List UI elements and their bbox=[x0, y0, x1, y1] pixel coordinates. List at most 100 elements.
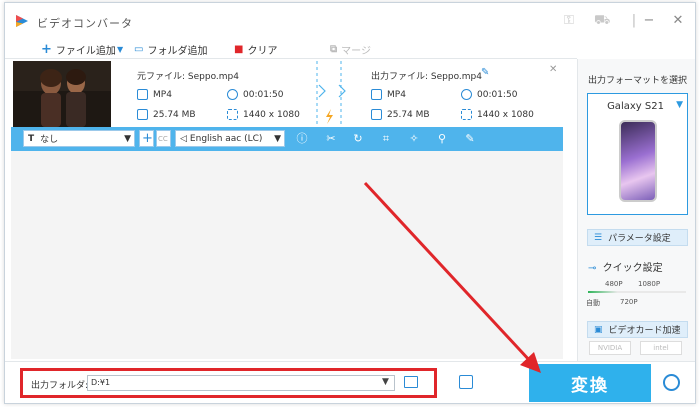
info-icon[interactable]: ⓘ bbox=[295, 132, 309, 146]
output-format-value: MP4 bbox=[387, 89, 406, 100]
add-file-dropdown-icon[interactable]: ▼ bbox=[117, 42, 123, 56]
source-duration-value: 00:01:50 bbox=[243, 89, 284, 100]
plus-icon: + bbox=[41, 41, 52, 57]
annotation-highlight-box bbox=[20, 368, 437, 398]
source-resolution-value: 1440 x 1080 bbox=[243, 109, 300, 120]
audio-track-value: English aac (LC) bbox=[189, 133, 263, 144]
quality-slider[interactable] bbox=[588, 291, 686, 293]
gpu-acceleration-button[interactable]: ▣ ビデオカード加速 bbox=[587, 321, 688, 338]
quality-480p: 480P bbox=[605, 280, 623, 288]
settings-icon: ☰ bbox=[594, 232, 603, 243]
output-format: MP4 bbox=[371, 89, 406, 100]
output-duration-value: 00:01:50 bbox=[477, 89, 518, 100]
trash-icon: ■ bbox=[234, 43, 244, 55]
file-list-area[interactable] bbox=[11, 151, 563, 359]
phone-image bbox=[619, 120, 657, 202]
chevron-down-icon: ▼ bbox=[676, 100, 683, 110]
cc-icon[interactable]: CC bbox=[156, 130, 171, 147]
gpu-icon: ▣ bbox=[594, 324, 603, 335]
add-folder-label: フォルダ追加 bbox=[147, 45, 208, 57]
title-bar: ビデオコンバータ ⚿ ⛟ | − ✕ bbox=[5, 3, 695, 37]
effects-icon[interactable]: ✧ bbox=[407, 132, 421, 146]
quick-settings-label: クイック設定 bbox=[602, 263, 663, 274]
source-duration: 00:01:50 bbox=[227, 89, 283, 100]
subtitle-select[interactable]: T なし ▼ bbox=[23, 130, 135, 147]
format-panel: 出力フォーマットを選択 Galaxy S21 ▼ ☰ パラメータ設定 ⊸ クイッ… bbox=[577, 59, 695, 361]
clock-icon bbox=[227, 89, 238, 100]
app-logo-icon bbox=[16, 15, 28, 27]
output-filename: 出力ファイル: Seppo.mp4 bbox=[371, 72, 482, 82]
param-label: パラメータ設定 bbox=[608, 234, 671, 244]
format-icon bbox=[371, 89, 382, 100]
cart-icon[interactable]: ⛟ bbox=[594, 14, 610, 28]
quick-settings-icon: ⊸ bbox=[588, 263, 597, 274]
subtitle-value: なし bbox=[40, 135, 59, 145]
convert-button[interactable]: 変換 bbox=[529, 364, 651, 402]
crop-icon[interactable]: ⌗ bbox=[379, 132, 393, 146]
folder-icon bbox=[137, 109, 148, 120]
folder-plus-icon: ▭ bbox=[134, 43, 144, 55]
audio-track-select[interactable]: ◁ English aac (LC) ▼ bbox=[175, 130, 285, 147]
clock-icon bbox=[461, 89, 472, 100]
bottom-bar: 出力フォルダ: D:¥1 ▼ 変換 bbox=[5, 361, 695, 403]
nvidia-chip: NVIDIA bbox=[589, 341, 631, 355]
text-icon: T bbox=[28, 133, 35, 144]
quick-settings: ⊸ クイック設定 bbox=[588, 259, 663, 274]
device-name: Galaxy S21 bbox=[607, 101, 664, 112]
add-file-label: ファイル追加 bbox=[55, 45, 116, 57]
merge-button[interactable]: ⧉ マージ bbox=[330, 42, 371, 57]
resolution-icon bbox=[227, 109, 238, 120]
quality-1080p: 1080P bbox=[638, 280, 661, 288]
source-format: MP4 bbox=[137, 89, 172, 100]
source-resolution: 1440 x 1080 bbox=[227, 109, 300, 120]
key-icon[interactable]: ⚿ bbox=[562, 14, 576, 28]
output-resolution-value: 1440 x 1080 bbox=[477, 109, 534, 120]
gpu-label: ビデオカード加速 bbox=[608, 326, 681, 336]
chevron-down-icon: ▼ bbox=[124, 134, 131, 144]
window-divider: | bbox=[631, 13, 637, 28]
output-resolution: 1440 x 1080 bbox=[461, 109, 534, 120]
format-icon bbox=[137, 89, 148, 100]
clear-label: クリア bbox=[247, 45, 278, 57]
app-window: ビデオコンバータ ⚿ ⛟ | − ✕ + ファイル追加 ▼ ▭ フォルダ追加 ■… bbox=[4, 2, 696, 404]
device-format-card[interactable]: Galaxy S21 ▼ bbox=[587, 93, 688, 215]
merge-label: マージ bbox=[341, 45, 371, 57]
clear-button[interactable]: ■ クリア bbox=[234, 42, 278, 57]
edit-strip: T なし ▼ + CC ◁ English aac (LC) ▼ ⓘ ✂ ↻ ⌗… bbox=[11, 127, 563, 151]
alarm-icon[interactable] bbox=[663, 374, 680, 391]
add-subtitle-button[interactable]: + bbox=[139, 130, 154, 147]
folder-icon bbox=[371, 109, 382, 120]
speaker-icon: ◁ bbox=[180, 133, 187, 144]
thumbnail-image bbox=[13, 61, 111, 127]
merge-files-icon[interactable] bbox=[459, 375, 473, 389]
close-icon[interactable]: ✕ bbox=[671, 14, 685, 28]
output-size-value: 25.74 MB bbox=[387, 109, 430, 120]
source-filename: 元ファイル: Seppo.mp4 bbox=[137, 72, 239, 82]
source-size: 25.74 MB bbox=[137, 109, 196, 120]
watermark-icon[interactable]: ⚲ bbox=[435, 132, 449, 146]
remove-file-icon[interactable]: ✕ bbox=[549, 64, 557, 75]
quality-720p: 720P bbox=[620, 298, 638, 306]
add-file-button[interactable]: + ファイル追加 bbox=[41, 41, 116, 57]
file-item[interactable]: 元ファイル: Seppo.mp4 MP4 00:01:50 25.74 MB 1… bbox=[11, 61, 563, 127]
minimize-icon[interactable]: − bbox=[642, 14, 656, 28]
source-size-value: 25.74 MB bbox=[153, 109, 196, 120]
toolbar: + ファイル追加 ▼ ▭ フォルダ追加 ■ クリア ⧉ マージ bbox=[5, 37, 577, 59]
chevron-down-icon: ▼ bbox=[274, 134, 281, 144]
quality-auto: 自動 bbox=[586, 299, 600, 307]
app-title: ビデオコンバータ bbox=[37, 17, 133, 30]
resolution-icon bbox=[461, 109, 472, 120]
convert-arrow-icon bbox=[316, 61, 346, 127]
format-panel-title: 出力フォーマットを選択 bbox=[588, 76, 688, 86]
output-duration: 00:01:50 bbox=[461, 89, 517, 100]
scissors-icon[interactable]: ✂ bbox=[324, 132, 338, 146]
subtitle-edit-icon[interactable]: ✎ bbox=[463, 132, 477, 146]
merge-icon: ⧉ bbox=[330, 43, 338, 55]
video-thumbnail[interactable] bbox=[13, 61, 111, 127]
source-format-value: MP4 bbox=[153, 89, 172, 100]
rotate-icon[interactable]: ↻ bbox=[351, 132, 365, 146]
intel-chip: intel bbox=[640, 341, 682, 355]
add-folder-button[interactable]: ▭ フォルダ追加 bbox=[134, 42, 208, 57]
edit-filename-icon[interactable]: ✎ bbox=[481, 67, 489, 78]
parameter-settings-button[interactable]: ☰ パラメータ設定 bbox=[587, 229, 688, 246]
